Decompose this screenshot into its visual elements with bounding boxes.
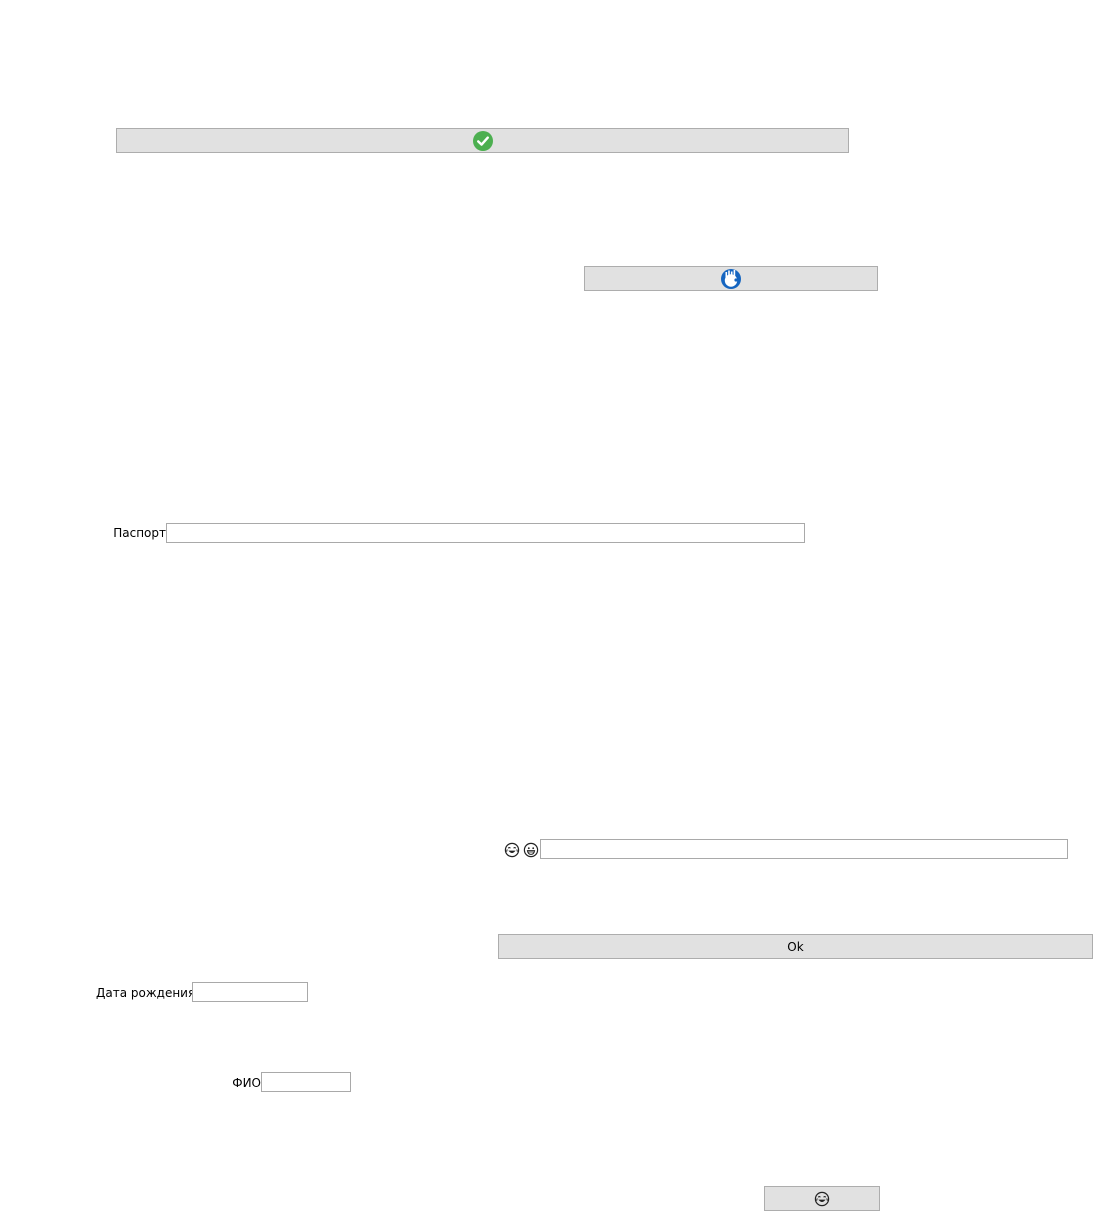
- birthdate-label: Дата рождения: [96, 986, 196, 1000]
- passport-label: Паспорт: [113, 526, 166, 540]
- grinning-face-icon: [523, 842, 539, 858]
- emoji-button[interactable]: [764, 1186, 880, 1211]
- fio-input[interactable]: [261, 1072, 351, 1092]
- crowd-circle-icon: [721, 268, 741, 289]
- passport-input[interactable]: [166, 523, 805, 543]
- laughing-face-icon: [814, 1191, 830, 1206]
- birthdate-input[interactable]: [192, 982, 308, 1002]
- fio-label: ФИО: [232, 1076, 261, 1090]
- ok-button-label: Ok: [787, 939, 804, 954]
- laughing-face-icon: [504, 842, 520, 858]
- crowd-button[interactable]: [584, 266, 878, 291]
- ok-button[interactable]: Ok: [498, 934, 1093, 959]
- emoji-input[interactable]: [540, 839, 1068, 859]
- check-circle-icon: [472, 130, 493, 151]
- confirm-button[interactable]: [116, 128, 849, 153]
